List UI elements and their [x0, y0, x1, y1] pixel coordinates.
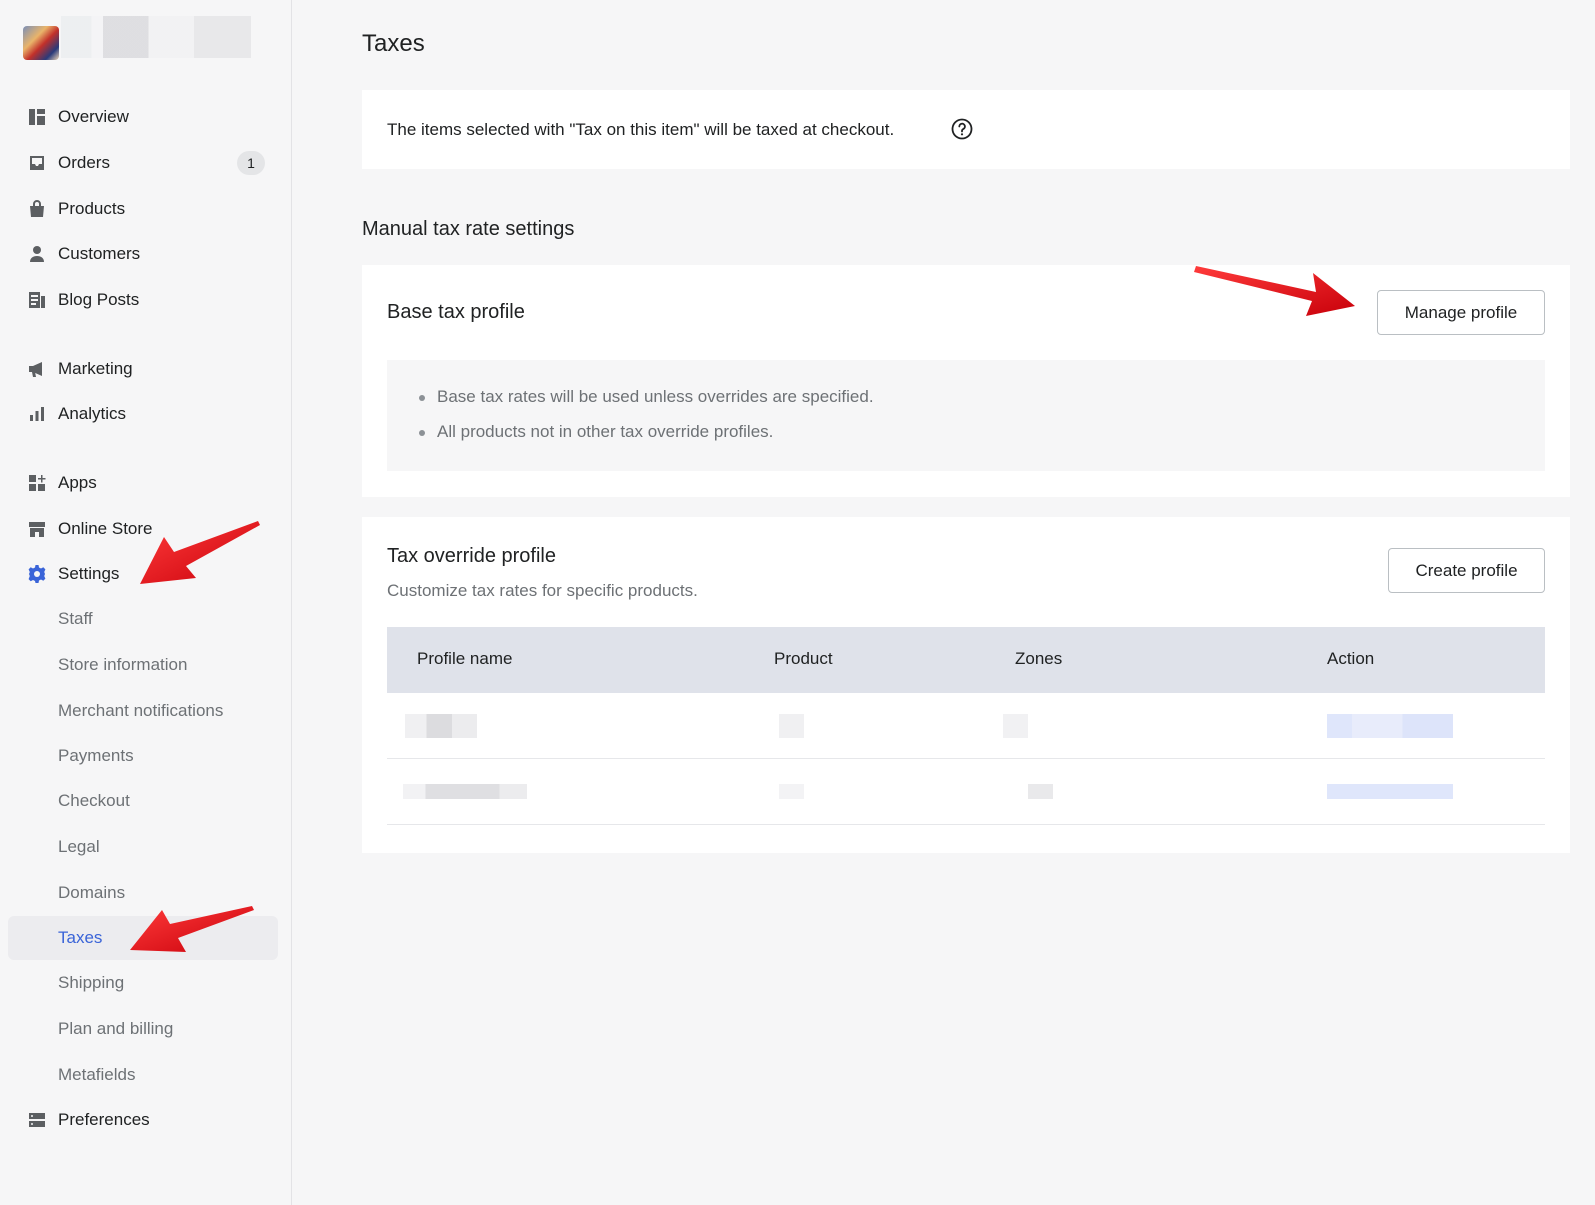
sidebar-item-label: Analytics — [58, 404, 127, 423]
redacted-product — [779, 784, 804, 799]
sidebar-item-label: Products — [58, 199, 126, 218]
sub-item-label: Payments — [58, 746, 134, 765]
sidebar-item-label: Settings — [58, 564, 120, 583]
sidebar-item-orders[interactable]: Orders 1 — [8, 141, 278, 185]
tax-override-profile-title: Tax override profile — [387, 545, 556, 567]
sidebar-item-customers[interactable]: Customers — [8, 232, 278, 276]
tax-info-card: The items selected with "Tax on this ite… — [362, 90, 1570, 169]
create-profile-button[interactable]: Create profile — [1388, 548, 1545, 593]
override-profiles-table: Profile name Product Zones Action — [387, 627, 1545, 825]
sub-item-label: Domains — [58, 883, 126, 902]
sidebar-item-marketing[interactable]: Marketing — [8, 347, 278, 391]
store-icon — [26, 518, 48, 540]
settings-sub-checkout[interactable]: Checkout — [8, 779, 278, 823]
settings-sub-merchant-notifications[interactable]: Merchant notifications — [8, 689, 278, 733]
base-tax-profile-title: Base tax profile — [387, 301, 525, 323]
sub-item-label: Legal — [58, 837, 100, 856]
sidebar-item-label: Orders — [58, 153, 110, 172]
orders-count-badge: 1 — [237, 151, 265, 175]
app: Overview Orders 1 Products Customers Blo… — [0, 0, 1595, 1205]
tax-override-profile-card: Tax override profile Customize tax rates… — [362, 517, 1570, 853]
sidebar: Overview Orders 1 Products Customers Blo… — [0, 0, 292, 1205]
sub-item-label: Taxes — [58, 928, 103, 947]
settings-sub-shipping[interactable]: Shipping — [8, 961, 278, 1005]
base-tax-profile-card: Base tax profile Manage profile Base tax… — [362, 265, 1570, 497]
preferences-icon — [26, 1109, 48, 1131]
store-logo — [23, 26, 59, 60]
base-tax-details: Base tax rates will be used unless overr… — [387, 360, 1545, 471]
inbox-icon — [26, 152, 48, 174]
sidebar-item-analytics[interactable]: Analytics — [8, 392, 278, 436]
sidebar-item-settings[interactable]: Settings — [8, 552, 278, 596]
sidebar-item-blog-posts[interactable]: Blog Posts — [8, 278, 278, 322]
tax-info-text: The items selected with "Tax on this ite… — [387, 120, 895, 139]
tax-override-subtitle: Customize tax rates for specific product… — [387, 581, 698, 600]
sidebar-item-label: Overview — [58, 107, 129, 126]
sidebar-item-online-store[interactable]: Online Store — [8, 507, 278, 551]
store-name-redacted — [61, 16, 251, 58]
settings-sub-legal[interactable]: Legal — [8, 825, 278, 869]
sidebar-item-apps[interactable]: Apps — [8, 461, 278, 505]
sidebar-item-label: Preferences — [58, 1110, 150, 1129]
column-header-product: Product — [774, 649, 833, 668]
settings-sub-taxes[interactable]: Taxes — [8, 916, 278, 960]
base-tax-bullets: Base tax rates will be used unless overr… — [419, 386, 874, 456]
table-row — [387, 693, 1545, 759]
bullet-item: Base tax rates will be used unless overr… — [419, 386, 874, 421]
settings-sub-plan-and-billing[interactable]: Plan and billing — [8, 1007, 278, 1051]
column-header-action: Action — [1327, 649, 1375, 668]
person-icon — [26, 243, 48, 265]
table-header: Profile name Product Zones Action — [387, 627, 1545, 693]
gear-icon — [26, 563, 48, 585]
settings-sub-metafields[interactable]: Metafields — [8, 1053, 278, 1097]
sidebar-item-label: Online Store — [58, 519, 153, 538]
redacted-action-link[interactable] — [1327, 714, 1453, 738]
sub-item-label: Plan and billing — [58, 1019, 174, 1038]
sub-item-label: Store information — [58, 655, 188, 674]
sub-item-label: Checkout — [58, 791, 130, 810]
blog-icon — [26, 289, 48, 311]
help-icon[interactable] — [950, 117, 974, 141]
sub-item-label: Staff — [58, 609, 93, 628]
redacted-zones — [1028, 784, 1053, 799]
sub-item-label: Merchant notifications — [58, 701, 224, 720]
settings-sub-domains[interactable]: Domains — [8, 871, 278, 915]
store-header[interactable] — [23, 16, 253, 60]
redacted-profile-name — [403, 784, 527, 799]
column-header-profile-name: Profile name — [417, 649, 513, 668]
sidebar-item-label: Customers — [58, 244, 141, 263]
sidebar-item-label: Apps — [58, 473, 97, 492]
redacted-profile-name — [405, 714, 477, 738]
sidebar-item-preferences[interactable]: Preferences — [8, 1098, 278, 1142]
settings-sub-payments[interactable]: Payments — [8, 734, 278, 778]
bag-icon — [26, 198, 48, 220]
settings-sub-store-information[interactable]: Store information — [8, 643, 278, 687]
sidebar-item-label: Blog Posts — [58, 290, 140, 309]
redacted-action-link[interactable] — [1327, 784, 1453, 799]
settings-sub-staff[interactable]: Staff — [8, 597, 278, 641]
manage-profile-button[interactable]: Manage profile — [1377, 290, 1545, 335]
redacted-zones — [1003, 714, 1028, 738]
overview-icon — [26, 106, 48, 128]
sub-item-label: Metafields — [58, 1065, 136, 1084]
page-title: Taxes — [362, 30, 425, 57]
manual-tax-section-title: Manual tax rate settings — [362, 218, 575, 240]
sub-item-label: Shipping — [58, 973, 125, 992]
megaphone-icon — [26, 358, 48, 380]
column-header-zones: Zones — [1015, 649, 1063, 668]
apps-icon — [26, 472, 48, 494]
bullet-item: All products not in other tax override p… — [419, 421, 874, 456]
bar-chart-icon — [26, 403, 48, 425]
sidebar-item-products[interactable]: Products — [8, 187, 278, 231]
table-row — [387, 759, 1545, 825]
sidebar-item-label: Marketing — [58, 359, 133, 378]
redacted-product — [779, 714, 804, 738]
sidebar-item-overview[interactable]: Overview — [8, 95, 278, 139]
